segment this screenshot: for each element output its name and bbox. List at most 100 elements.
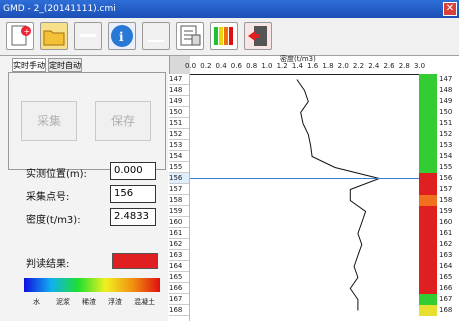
- x-tick-label: 2.2: [352, 62, 365, 70]
- exit-icon[interactable]: [244, 22, 272, 50]
- depth-label: 163: [169, 250, 189, 261]
- density-line: [296, 79, 381, 311]
- tab-auto[interactable]: 定时自动: [48, 58, 82, 72]
- svg-text:i: i: [119, 30, 124, 44]
- depth-label: 168: [169, 305, 189, 316]
- result-depth-label: 151: [439, 119, 453, 127]
- depth-label: 155: [169, 162, 189, 173]
- disabled-icon: [142, 22, 170, 50]
- control-panel: 实时手动 定时自动 采集 保存 实测位置(m): 0.000 采集点号: 156…: [0, 56, 170, 321]
- toolbar: + i: [0, 18, 459, 56]
- close-button[interactable]: ✕: [443, 2, 457, 16]
- legend-label: 混凝土: [134, 298, 155, 306]
- result-cell: [419, 173, 437, 184]
- result-cell: [419, 184, 437, 195]
- depth-label: 154: [169, 151, 189, 162]
- depth-label: 165: [169, 272, 189, 283]
- result-depth-label: 164: [439, 262, 453, 270]
- result-depth-label: 156: [439, 174, 453, 182]
- legend-label: 稀渣: [82, 298, 96, 306]
- result-depth-label: 155: [439, 163, 453, 171]
- result-depth-label: 159: [439, 207, 453, 215]
- result-depth-label: 152: [439, 130, 453, 138]
- result-depth-label: 163: [439, 251, 453, 259]
- result-cell: [419, 206, 437, 217]
- result-cell: [419, 283, 437, 294]
- x-tick-label: 2.4: [368, 62, 380, 70]
- depth-label: 151: [169, 118, 189, 129]
- result-cell: [419, 261, 437, 272]
- result-cell: [419, 118, 437, 129]
- density-field[interactable]: 2.4833: [110, 208, 156, 226]
- position-field[interactable]: 0.000: [110, 162, 156, 180]
- depth-label: 161: [169, 228, 189, 239]
- result-cell: [419, 294, 437, 305]
- x-tick-label: 0.8: [246, 62, 258, 70]
- x-tick-label: 1.8: [322, 62, 334, 70]
- title-bar: GMD - 2_(20141111).cmi ✕: [0, 0, 459, 18]
- depth-label: 159: [169, 206, 189, 217]
- result-indicator: [112, 253, 158, 269]
- legend-label: 浮渣: [108, 298, 122, 306]
- depth-label: 156: [169, 173, 189, 184]
- result-depth-label: 157: [439, 185, 453, 193]
- collect-button[interactable]: 采集: [21, 101, 77, 141]
- density-plot: [190, 79, 419, 311]
- open-folder-icon[interactable]: [40, 22, 68, 50]
- result-cell: [419, 272, 437, 283]
- result-cell: [419, 305, 437, 316]
- result-depth-label: 158: [439, 196, 453, 204]
- color-bars-icon[interactable]: [210, 22, 238, 50]
- result-depth-label: 162: [439, 240, 453, 248]
- result-cell: [419, 217, 437, 228]
- x-tick-label: 3.0: [414, 62, 426, 70]
- result-cell: [419, 140, 437, 151]
- result-depth-label: 148: [439, 86, 453, 94]
- new-file-icon[interactable]: +: [6, 22, 34, 50]
- tab-panel: 采集 保存: [8, 72, 166, 170]
- tab-manual[interactable]: 实时手动: [12, 58, 46, 72]
- svg-text:+: +: [24, 27, 31, 36]
- point-field[interactable]: 156: [110, 185, 156, 203]
- result-depth-label: 153: [439, 141, 453, 149]
- depth-label: 147: [169, 74, 189, 85]
- result-depth-label: 168: [439, 306, 453, 314]
- depth-label: 153: [169, 140, 189, 151]
- result-depth-label: 154: [439, 152, 453, 160]
- result-cell: [419, 107, 437, 118]
- save-button[interactable]: 保存: [95, 101, 151, 141]
- result-depth-labels: 147 148 149 150 151 152 153 154 155 156 157 158 159 1…: [437, 74, 459, 321]
- depth-label: 157: [169, 184, 189, 195]
- report-icon[interactable]: [176, 22, 204, 50]
- x-tick-label: 1.0: [261, 62, 273, 70]
- depth-label: 152: [169, 129, 189, 140]
- depth-label: 148: [169, 85, 189, 96]
- x-tick-label: 0.2: [200, 62, 212, 70]
- info-icon[interactable]: i: [108, 22, 136, 50]
- result-depth-label: 160: [439, 218, 453, 226]
- result-cell: [419, 195, 437, 206]
- legend-label: 泥浆: [56, 298, 70, 306]
- density-label: 密度(t/m3):: [26, 215, 81, 226]
- depth-label: 167: [169, 294, 189, 305]
- result-depth-label: 150: [439, 108, 453, 116]
- x-tick-label: 0.6: [230, 62, 242, 70]
- legend-label: 水: [33, 298, 40, 306]
- x-tick-label: 1.6: [307, 62, 319, 70]
- x-tick-label: 2.8: [398, 62, 410, 70]
- x-tick-label: 1.2: [276, 62, 288, 70]
- depth-label: 162: [169, 239, 189, 250]
- depth-label: 149: [169, 96, 189, 107]
- disabled-icon: [74, 22, 102, 50]
- depth-label: 158: [169, 195, 189, 206]
- color-legend-bar: [24, 278, 160, 292]
- x-tick-label: 2.0: [337, 62, 349, 70]
- x-tick-label: 0.0: [185, 62, 197, 70]
- result-label: 判读结果:: [26, 259, 70, 270]
- result-cell: [419, 239, 437, 250]
- result-cell: [419, 129, 437, 140]
- result-cell: [419, 151, 437, 162]
- result-depth-label: 166: [439, 284, 453, 292]
- result-cell: [419, 74, 437, 85]
- depth-label: 166: [169, 283, 189, 294]
